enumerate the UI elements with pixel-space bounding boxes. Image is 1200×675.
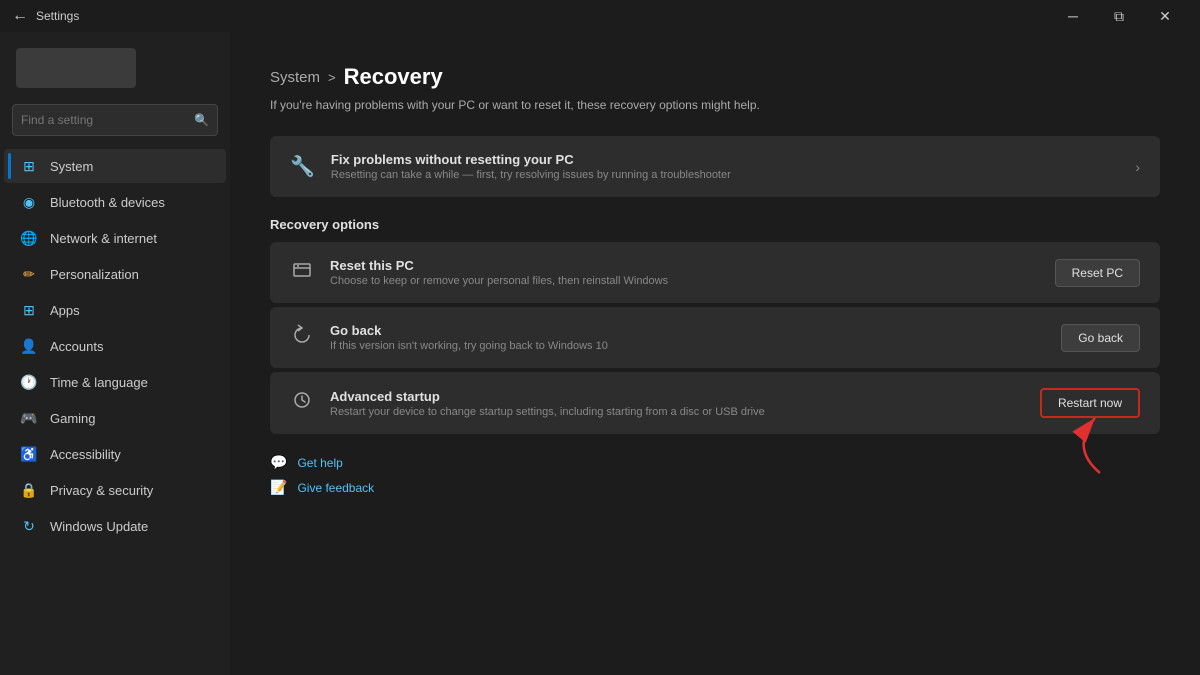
restart-btn-container: Restart now [1040,388,1140,418]
sidebar-item-label: Windows Update [50,519,148,534]
sidebar-item-windows-update[interactable]: ↻ Windows Update [4,509,226,543]
links-section: 💬 Get help 📝 Give feedback [270,454,1160,496]
red-arrow-annotation [1040,408,1120,478]
sidebar-item-label: Network & internet [50,231,157,246]
advanced-startup-text: Advanced startup Restart your device to … [330,389,765,418]
sidebar-item-label: Accounts [50,339,103,354]
breadcrumb-parent[interactable]: System [270,69,320,86]
advanced-startup-desc: Restart your device to change startup se… [330,406,765,418]
go-back-card: Go back If this version isn't working, t… [270,307,1160,368]
close-button[interactable]: ✕ [1142,0,1188,32]
go-back-desc: If this version isn't working, try going… [330,340,608,352]
reset-pc-icon [290,259,314,287]
reset-pc-card: Reset this PC Choose to keep or remove y… [270,242,1160,303]
sidebar-item-apps[interactable]: ⊞ Apps [4,293,226,327]
wrench-icon: 🔧 [290,154,315,179]
reset-pc-text: Reset this PC Choose to keep or remove y… [330,258,668,287]
windows-update-icon: ↻ [20,517,38,535]
advanced-startup-icon [290,389,314,417]
fix-problems-card[interactable]: 🔧 Fix problems without resetting your PC… [270,136,1160,197]
give-feedback-label: Give feedback [297,481,374,495]
fix-problems-left: 🔧 Fix problems without resetting your PC… [290,152,731,181]
titlebar-controls: ─ ⧉ ✕ [1050,0,1188,32]
privacy-icon: 🔒 [20,481,38,499]
titlebar-title: Settings [36,9,79,23]
avatar [16,48,136,88]
advanced-startup-title: Advanced startup [330,389,765,404]
system-icon: ⊞ [20,157,38,175]
reset-pc-button[interactable]: Reset PC [1055,259,1140,287]
sidebar-item-time[interactable]: 🕐 Time & language [4,365,226,399]
sidebar-item-gaming[interactable]: 🎮 Gaming [4,401,226,435]
network-icon: 🌐 [20,229,38,247]
give-feedback-icon: 📝 [270,479,287,496]
sidebar-item-label: Bluetooth & devices [50,195,165,210]
sidebar-item-network[interactable]: 🌐 Network & internet [4,221,226,255]
go-back-icon [290,324,314,352]
reset-pc-desc: Choose to keep or remove your personal f… [330,275,668,287]
sidebar-item-label: System [50,159,93,174]
titlebar-left: ← Settings [12,7,79,25]
get-help-link[interactable]: 💬 Get help [270,454,1160,471]
content-area: System > Recovery If you're having probl… [230,32,1200,675]
go-back-text: Go back If this version isn't working, t… [330,323,608,352]
back-button[interactable]: ← [12,7,28,25]
go-back-left: Go back If this version isn't working, t… [290,323,608,352]
gaming-icon: 🎮 [20,409,38,427]
sidebar-item-label: Accessibility [50,447,121,462]
sidebar-item-system[interactable]: ⊞ System [4,149,226,183]
chevron-right-icon: › [1135,159,1140,175]
search-icon: 🔍 [194,113,209,127]
personalization-icon: ✏ [20,265,38,283]
sidebar: 🔍 ⊞ System ◉ Bluetooth & devices 🌐 Netwo… [0,32,230,675]
advanced-startup-card: Advanced startup Restart your device to … [270,372,1160,434]
sidebar-item-accounts[interactable]: 👤 Accounts [4,329,226,363]
accounts-icon: 👤 [20,337,38,355]
breadcrumb: System > Recovery [270,64,1160,90]
fix-problems-title: Fix problems without resetting your PC [331,152,731,167]
go-back-title: Go back [330,323,608,338]
fix-problems-text: Fix problems without resetting your PC R… [331,152,731,181]
go-back-button[interactable]: Go back [1061,324,1140,352]
page-title: Recovery [344,64,443,90]
advanced-startup-left: Advanced startup Restart your device to … [290,389,765,418]
get-help-icon: 💬 [270,454,287,471]
sidebar-item-personalization[interactable]: ✏ Personalization [4,257,226,291]
sidebar-item-privacy[interactable]: 🔒 Privacy & security [4,473,226,507]
sidebar-item-bluetooth[interactable]: ◉ Bluetooth & devices [4,185,226,219]
apps-icon: ⊞ [20,301,38,319]
bluetooth-icon: ◉ [20,193,38,211]
main-layout: 🔍 ⊞ System ◉ Bluetooth & devices 🌐 Netwo… [0,32,1200,675]
search-bar[interactable]: 🔍 [12,104,218,136]
get-help-label: Get help [297,456,342,470]
sidebar-item-label: Time & language [50,375,148,390]
give-feedback-link[interactable]: 📝 Give feedback [270,479,1160,496]
titlebar: ← Settings ─ ⧉ ✕ [0,0,1200,32]
search-input[interactable] [21,113,194,127]
sidebar-item-label: Personalization [50,267,139,282]
recovery-options-title: Recovery options [270,217,1160,232]
minimize-button[interactable]: ─ [1050,0,1096,32]
accessibility-icon: ♿ [20,445,38,463]
sidebar-item-label: Privacy & security [50,483,153,498]
sidebar-item-label: Apps [50,303,80,318]
sidebar-item-label: Gaming [50,411,96,426]
restore-button[interactable]: ⧉ [1096,0,1142,32]
sidebar-item-accessibility[interactable]: ♿ Accessibility [4,437,226,471]
time-icon: 🕐 [20,373,38,391]
reset-pc-left: Reset this PC Choose to keep or remove y… [290,258,668,287]
breadcrumb-separator: > [328,70,336,85]
reset-pc-title: Reset this PC [330,258,668,273]
page-subtitle: If you're having problems with your PC o… [270,98,1160,112]
fix-problems-subtitle: Resetting can take a while — first, try … [331,169,731,181]
